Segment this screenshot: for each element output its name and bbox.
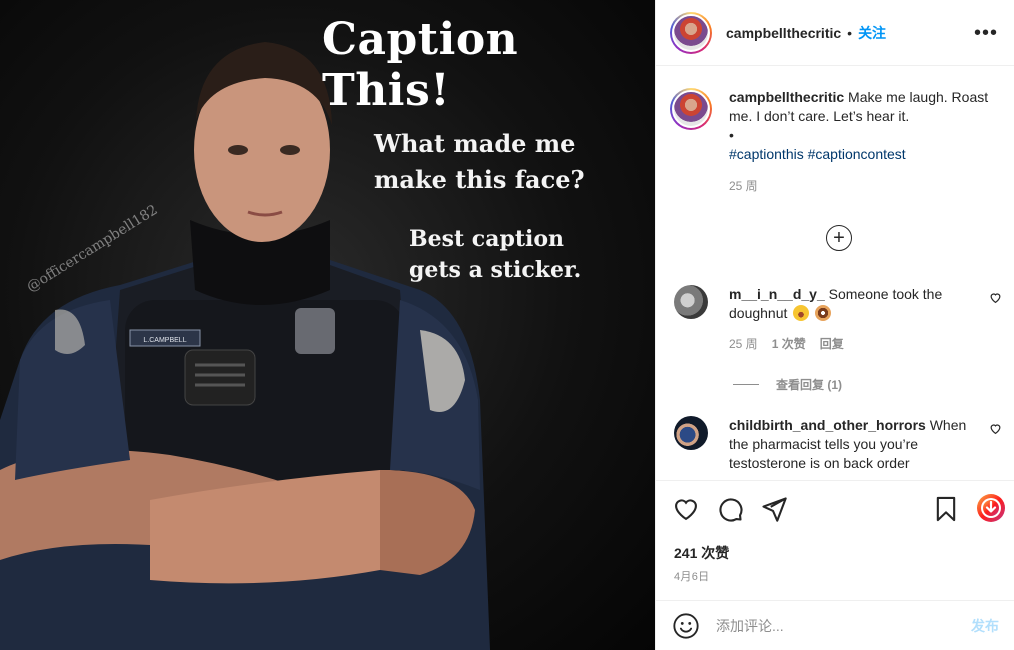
commenter-avatar[interactable]	[674, 285, 708, 319]
post-date[interactable]: 4月6日	[674, 568, 709, 584]
header-separator: •	[847, 24, 853, 41]
reply-button[interactable]: 回复	[820, 335, 844, 354]
add-comment-bar: 发布	[656, 600, 1014, 650]
post-image[interactable]: L.CAMPBELL Caption This! What made me ma…	[0, 0, 655, 650]
post-sidebar: campbellthecritic • 关注 ••• campbellthecr…	[655, 0, 1014, 650]
laughing-emoji-icon	[793, 305, 810, 321]
view-replies-label: 查看回复 (1)	[776, 378, 843, 392]
emoji-picker-icon[interactable]	[672, 612, 700, 640]
commenter-avatar[interactable]	[674, 416, 708, 450]
comment-item: childbirth_and_other_horrors When the ph…	[674, 416, 1008, 473]
like-count[interactable]: 241 次赞	[674, 543, 729, 563]
comment-time[interactable]: 25 周	[729, 335, 758, 354]
comment-bubble-icon[interactable]	[716, 495, 744, 523]
caption-this-title: Caption This!	[322, 14, 519, 116]
caption-username[interactable]: campbellthecritic	[729, 89, 844, 105]
author-username[interactable]: campbellthecritic	[726, 25, 841, 41]
caption-bullet: •	[729, 127, 734, 143]
post-header: campbellthecritic • 关注 •••	[656, 0, 1014, 66]
share-paper-plane-icon[interactable]	[760, 495, 788, 523]
post-comment-button[interactable]: 发布	[971, 616, 999, 636]
comment-item: m__i_n__d_y_ Someone took the doughnut 2…	[674, 285, 1008, 354]
hashtag-captionthis[interactable]: #captionthis	[729, 146, 804, 162]
comments-scroll[interactable]: campbellthecritic Make me laugh. Roast m…	[656, 67, 1014, 479]
comment-username[interactable]: childbirth_and_other_horrors	[729, 417, 926, 433]
view-replies-button[interactable]: 查看回复 (1)	[733, 376, 842, 393]
image-prize: Best caption gets a sticker.	[409, 224, 629, 286]
image-question-line2: make this face?	[374, 165, 585, 194]
like-heart-icon[interactable]	[672, 495, 700, 523]
caption-avatar[interactable]	[670, 88, 712, 130]
load-more-comments-icon[interactable]: +	[826, 225, 852, 251]
save-bookmark-icon[interactable]	[932, 495, 960, 523]
follow-button[interactable]: 关注	[858, 23, 886, 43]
image-question-line1: What made me	[374, 129, 576, 158]
comment-username[interactable]: m__i_n__d_y_	[729, 286, 825, 302]
download-extension-icon[interactable]	[976, 493, 1006, 523]
comment-like-heart-icon[interactable]	[989, 291, 1002, 304]
post-actions: 241 次赞 4月6日	[656, 480, 1014, 600]
image-prize-line2: gets a sticker.	[409, 257, 582, 283]
comment-likes[interactable]: 1 次赞	[772, 335, 806, 354]
image-question: What made me make this face?	[374, 126, 634, 198]
name-tag-text: L.CAMPBELL	[143, 337, 186, 344]
image-prize-line1: Best caption	[409, 226, 565, 252]
hashtag-captioncontest[interactable]: #captioncontest	[808, 146, 906, 162]
author-avatar[interactable]	[670, 11, 712, 54]
comment-like-heart-icon[interactable]	[989, 422, 1002, 435]
more-options-icon[interactable]: •••	[974, 23, 998, 43]
caption-time[interactable]: 25 周	[729, 177, 1009, 196]
post-caption: campbellthecritic Make me laugh. Roast m…	[670, 88, 1009, 196]
doughnut-emoji-icon	[815, 305, 832, 321]
comment-input[interactable]	[716, 617, 956, 634]
